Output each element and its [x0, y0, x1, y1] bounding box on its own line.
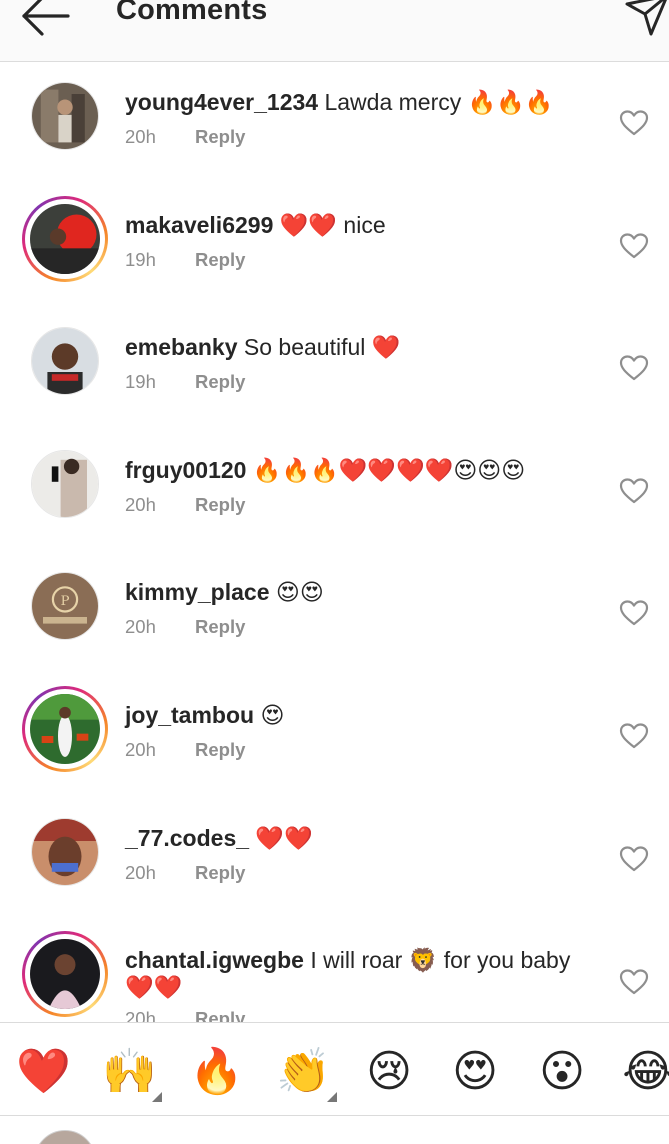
avatar[interactable] [22, 685, 108, 772]
comment-body: So beautiful ❤️ [243, 334, 401, 361]
share-button[interactable] [623, 0, 669, 38]
comment-body: 😍 [260, 701, 285, 728]
comment-text: kimmy_place 😍😍 [125, 579, 597, 606]
reply-button[interactable]: Reply [195, 126, 245, 147]
comment-username[interactable]: makaveli6299 [125, 212, 273, 238]
page-title: Comments [116, 0, 268, 26]
comment-meta: 20h Reply [125, 1008, 245, 1022]
comment-text: joy_tambou 😍 [125, 702, 597, 729]
reaction-emoji-button[interactable]: 😍 [448, 1045, 502, 1099]
comment-meta: 20h Reply [125, 862, 245, 884]
avatar[interactable] [22, 73, 108, 159]
comment-list[interactable]: young4ever_1234 Lawda mercy 🔥🔥🔥 20h Reply m… [0, 62, 669, 1022]
own-avatar [34, 1130, 96, 1144]
comment-text: emebanky So beautiful ❤️ [125, 334, 597, 361]
comment-username[interactable]: joy_tambou [125, 702, 254, 728]
reply-button[interactable]: Reply [195, 1008, 245, 1022]
reaction-emoji-button[interactable]: ❤️ [16, 1045, 71, 1099]
reply-button[interactable]: Reply [195, 249, 245, 270]
comment-timestamp: 20h [125, 1008, 156, 1022]
heart-outline-icon [619, 355, 649, 386]
comment-body: Lawda mercy 🔥🔥🔥 [324, 89, 554, 115]
comment-username[interactable]: emebanky [125, 334, 238, 360]
like-comment-button[interactable] [619, 722, 649, 750]
avatar[interactable] [22, 809, 108, 895]
reply-button[interactable]: Reply [195, 371, 245, 392]
comment-username[interactable]: frguy00120 [125, 457, 246, 483]
comment-body: ❤️❤️ nice [279, 211, 386, 238]
comment-timestamp: 19h [125, 248, 156, 270]
heart-outline-icon [619, 969, 649, 1000]
reaction-emoji-button[interactable]: 😂 [621, 1045, 669, 1099]
top-bar: Comments [0, 0, 669, 62]
comment-meta: 20h Reply [125, 739, 245, 761]
arrow-left-icon [22, 0, 70, 36]
like-comment-button[interactable] [619, 845, 649, 873]
reaction-emoji-button[interactable]: 🔥 [189, 1045, 244, 1099]
comment-text: makaveli6299 ❤️❤️ nice [125, 212, 597, 239]
like-comment-button[interactable] [619, 599, 649, 627]
heart-outline-icon [619, 110, 649, 141]
comment-meta: 20h Reply [125, 616, 245, 638]
comment-text: _77.codes_ ❤️❤️ [125, 825, 597, 852]
like-comment-button[interactable] [619, 968, 649, 996]
comment-timestamp: 20h [125, 738, 156, 760]
reaction-emoji-button[interactable]: 😢 [362, 1045, 416, 1099]
heart-outline-icon [619, 600, 649, 631]
reply-button[interactable]: Reply [195, 862, 245, 883]
avatar[interactable]: P [22, 563, 108, 649]
comment-row[interactable]: _77.codes_ ❤️❤️ 20h Reply [0, 798, 669, 921]
avatar[interactable] [22, 195, 108, 282]
comment-row[interactable]: frguy00120 🔥🔥🔥❤️❤️❤️❤️😍😍😍 20h Reply [0, 430, 669, 553]
like-comment-button[interactable] [619, 477, 649, 505]
reply-button[interactable]: Reply [195, 739, 245, 760]
comment-row[interactable]: young4ever_1234 Lawda mercy 🔥🔥🔥 20h Reply [0, 62, 669, 185]
comment-row[interactable]: emebanky So beautiful ❤️ 19h Reply [0, 307, 669, 430]
comment-body: ❤️❤️ [255, 824, 313, 851]
comment-timestamp: 20h [125, 493, 156, 515]
comment-timestamp: 20h [125, 616, 156, 638]
comment-row[interactable]: joy_tambou 😍 20h Reply [0, 675, 669, 798]
comment-row[interactable]: Pkimmy_place 😍😍 20h Reply [0, 552, 669, 675]
comment-composer[interactable] [0, 1116, 669, 1144]
comment-username[interactable]: _77.codes_ [125, 825, 249, 851]
comment-body: 🔥🔥🔥❤️❤️❤️❤️😍😍😍 [252, 456, 526, 483]
reaction-emoji-button[interactable]: 😮 [535, 1045, 589, 1099]
paper-plane-icon [625, 0, 667, 36]
comment-timestamp: 20h [125, 861, 156, 883]
comment-username[interactable]: young4ever_1234 [125, 89, 318, 115]
comment-timestamp: 19h [125, 371, 156, 393]
comment-row[interactable]: chantal.igwegbe I will roar 🦁 for you ba… [0, 920, 669, 1022]
comment-timestamp: 20h [125, 126, 156, 147]
svg-text:P: P [61, 594, 70, 609]
back-button[interactable] [18, 0, 74, 38]
reaction-emoji-button[interactable]: 👏 [276, 1045, 331, 1099]
heart-outline-icon [619, 723, 649, 754]
comment-text: frguy00120 🔥🔥🔥❤️❤️❤️❤️😍😍😍 [125, 457, 597, 484]
comment-meta: 20h Reply [125, 126, 245, 148]
comment-username[interactable]: chantal.igwegbe [125, 947, 304, 973]
like-comment-button[interactable] [619, 232, 649, 260]
comment-body: 😍😍 [275, 579, 324, 606]
comment-row[interactable]: makaveli6299 ❤️❤️ nice 19h Reply [0, 185, 669, 308]
comment-meta: 20h Reply [125, 494, 245, 516]
reaction-emoji-button[interactable]: 🙌 [102, 1045, 157, 1099]
like-comment-button[interactable] [619, 354, 649, 382]
comment-text: chantal.igwegbe I will roar 🦁 for you ba… [125, 947, 597, 1001]
avatar[interactable] [22, 931, 108, 1018]
avatar[interactable] [22, 441, 108, 527]
reply-button[interactable]: Reply [195, 494, 245, 515]
reply-button[interactable]: Reply [195, 616, 245, 637]
heart-outline-icon [619, 845, 649, 877]
comment-text: young4ever_1234 Lawda mercy 🔥🔥🔥 [125, 89, 597, 116]
comment-meta: 19h Reply [125, 249, 245, 271]
avatar[interactable] [22, 318, 108, 404]
comment-username[interactable]: kimmy_place [125, 579, 269, 605]
heart-outline-icon [619, 478, 649, 509]
variant-indicator [152, 1092, 162, 1102]
heart-outline-icon [619, 232, 649, 264]
comment-meta: 19h Reply [125, 371, 245, 393]
like-comment-button[interactable] [619, 109, 649, 137]
variant-indicator [327, 1092, 337, 1102]
